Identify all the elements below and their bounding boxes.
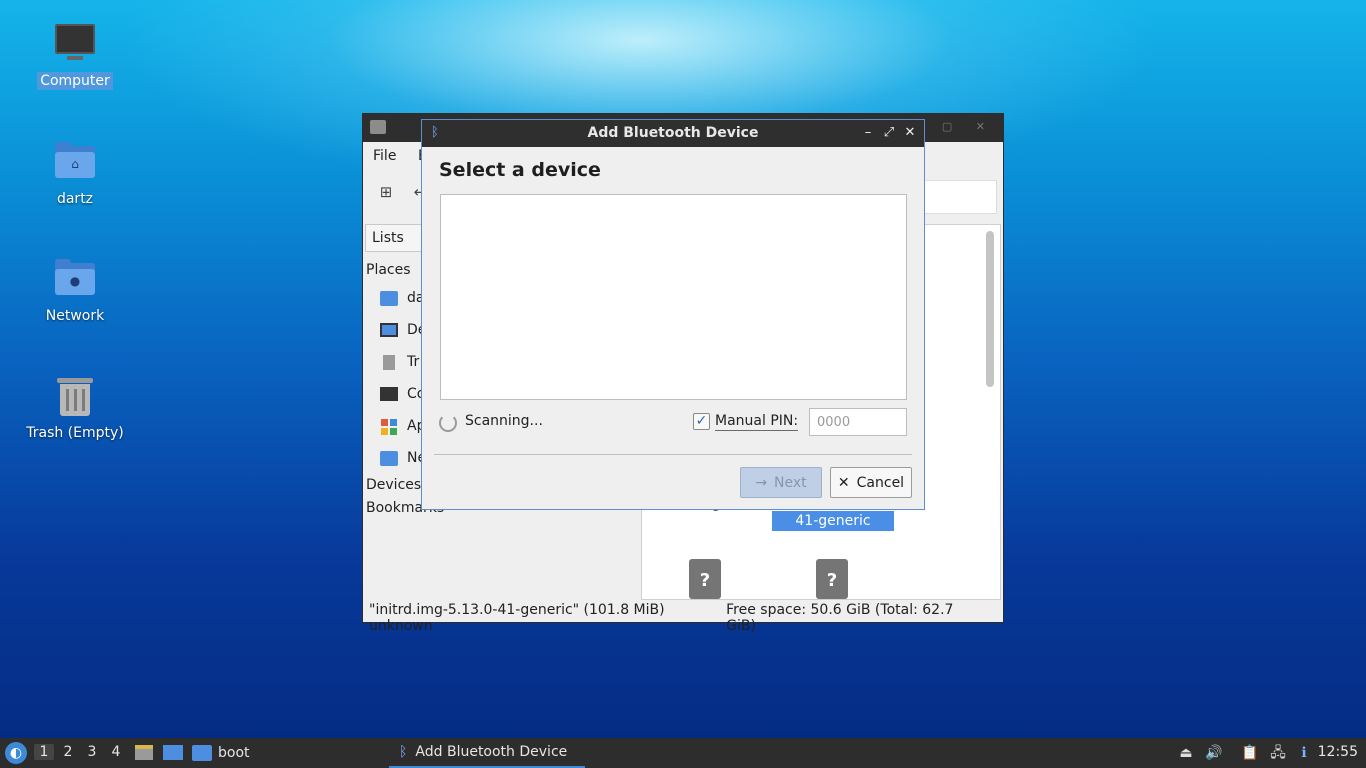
network-icon[interactable]: 🖧 xyxy=(1269,744,1287,762)
sidebar-item-network[interactable]: Ne xyxy=(379,447,426,469)
selected-file-label[interactable]: 41-generic xyxy=(772,511,894,531)
next-button[interactable]: → Next xyxy=(740,467,822,498)
home-folder-icon xyxy=(379,289,399,307)
bluetooth-icon: ᛒ xyxy=(399,744,408,760)
cancel-button-label: Cancel xyxy=(856,474,905,491)
next-button-label: Next xyxy=(774,474,807,491)
scrollbar[interactable] xyxy=(986,231,994,387)
sidebar-item-home[interactable]: da xyxy=(379,287,424,309)
taskbar: ◐ 1 2 3 4 boot ᛒ Add Bluetooth Device ⏏ … xyxy=(0,738,1366,768)
clipboard-icon[interactable]: 📋 xyxy=(1241,744,1259,762)
desktop-icon xyxy=(379,321,399,339)
desktop-icon-home[interactable]: ⌂ dartz xyxy=(20,140,130,208)
sidebar-item-desktop[interactable]: De xyxy=(379,319,426,341)
computer-icon xyxy=(379,385,399,403)
manual-pin-label[interactable]: Manual PIN: xyxy=(715,413,799,431)
pin-input[interactable] xyxy=(809,408,907,436)
window-buttons[interactable]: – ▢ ✕ xyxy=(913,120,995,133)
dialog-title: Add Bluetooth Device xyxy=(587,125,759,141)
desktop-icon-label: Computer xyxy=(37,72,113,90)
desktop-icon-trash[interactable]: Trash (Empty) xyxy=(20,374,130,442)
manual-pin-checkbox[interactable]: ✓ xyxy=(693,413,710,430)
task-add-bluetooth-device[interactable]: ᛒ Add Bluetooth Device xyxy=(389,738,585,768)
close-icon[interactable]: ✕ xyxy=(902,124,918,142)
network-folder-icon xyxy=(379,449,399,467)
computer-icon xyxy=(53,22,97,66)
sidebar-item-applications[interactable]: Ap xyxy=(379,415,425,437)
task-label: boot xyxy=(218,745,250,761)
minimize-icon[interactable]: – xyxy=(860,124,876,142)
places-heading[interactable]: Places xyxy=(366,262,411,278)
app-menu-icon[interactable]: ◐ xyxy=(5,742,27,764)
desktop-icon-label: Network xyxy=(45,308,105,324)
desktop-icon-label: Trash (Empty) xyxy=(26,425,124,441)
dialog-titlebar[interactable]: ᛒ Add Bluetooth Device – ⤢ ✕ xyxy=(422,120,924,147)
spinner-icon xyxy=(439,414,457,432)
file-manager-launcher-icon[interactable] xyxy=(134,743,154,761)
status-bar: "initrd.img-5.13.0-41-generic" (101.8 Mi… xyxy=(363,600,1003,634)
desktop-icon-network[interactable]: ● Network xyxy=(20,257,130,325)
network-folder-icon: ● xyxy=(53,257,97,301)
status-selection: "initrd.img-5.13.0-41-generic" (101.8 Mi… xyxy=(369,602,665,634)
task-label: Add Bluetooth Device xyxy=(415,744,568,760)
status-free-space: Free space: 50.6 GiB (Total: 62.7 GiB) xyxy=(726,602,954,634)
dialog-heading: Select a device xyxy=(439,159,601,181)
folder-icon xyxy=(370,120,386,134)
eject-icon[interactable]: ⏏ xyxy=(1177,744,1195,762)
sidebar-item-computer[interactable]: Co xyxy=(379,383,425,405)
side-pane-mode-select[interactable]: Lists xyxy=(365,224,425,252)
workspace-2[interactable]: 2 xyxy=(58,744,78,760)
maximize-icon[interactable]: ⤢ xyxy=(881,124,897,142)
separator xyxy=(434,454,912,455)
add-bluetooth-device-dialog: ᛒ Add Bluetooth Device – ⤢ ✕ Select a de… xyxy=(421,119,925,510)
volume-icon[interactable]: 🔊 xyxy=(1205,744,1223,762)
new-tab-icon[interactable]: ⊞ xyxy=(377,183,395,201)
folder-icon xyxy=(192,745,212,761)
clock[interactable]: 12:55 xyxy=(1318,744,1358,760)
workspace-4[interactable]: 4 xyxy=(106,744,126,760)
trash-icon xyxy=(379,353,399,371)
sidebar-item-trash[interactable]: Tr xyxy=(379,351,419,373)
notification-icon[interactable]: ℹ xyxy=(1295,744,1313,762)
unknown-file-icon[interactable]: ? xyxy=(816,559,848,599)
unknown-file-icon[interactable]: ? xyxy=(689,559,721,599)
arrow-right-icon: → xyxy=(755,474,768,491)
home-folder-icon: ⌂ xyxy=(53,140,97,184)
close-icon: ✕ xyxy=(837,474,850,491)
device-list[interactable] xyxy=(440,194,907,400)
show-desktop-icon[interactable] xyxy=(163,743,183,761)
desktop-icon-computer[interactable]: Computer xyxy=(20,22,130,90)
scanning-status: Scanning... xyxy=(465,413,543,429)
path-bar[interactable] xyxy=(923,180,997,214)
menu-file[interactable]: File xyxy=(373,148,396,164)
workspace-1[interactable]: 1 xyxy=(34,744,54,760)
desktop-icon-label: dartz xyxy=(56,191,94,207)
cancel-button[interactable]: ✕ Cancel xyxy=(830,467,912,498)
sidebar-item-label: Tr xyxy=(407,354,420,370)
devices-heading[interactable]: Devices xyxy=(366,477,421,493)
workspace-3[interactable]: 3 xyxy=(82,744,102,760)
applications-icon xyxy=(379,417,399,435)
trash-icon xyxy=(53,374,97,418)
task-boot[interactable]: boot xyxy=(192,738,250,768)
